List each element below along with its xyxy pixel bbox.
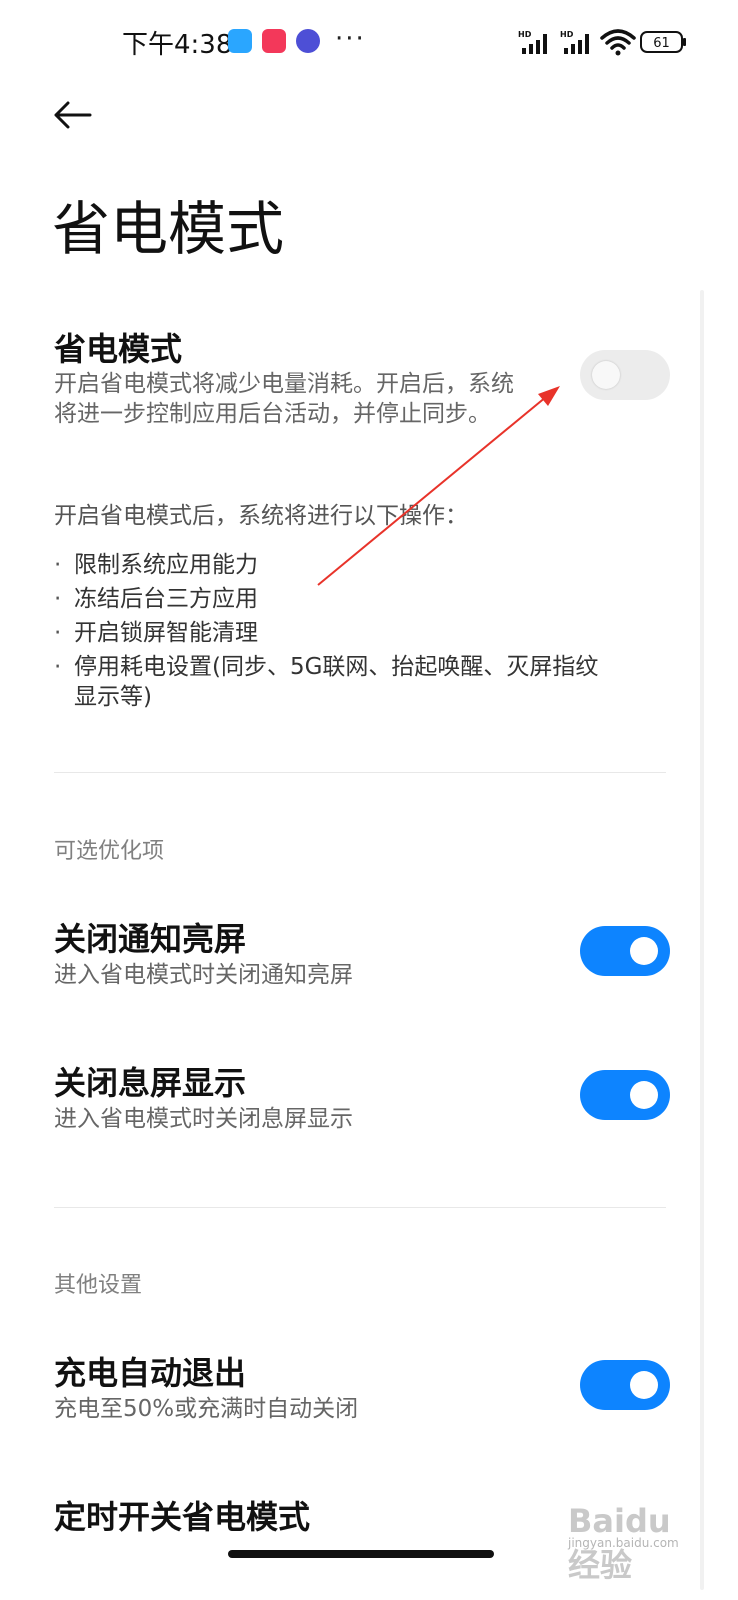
row-title: 充电自动退出: [54, 1354, 247, 1392]
toggle-knob: [630, 1081, 658, 1109]
row-subtitle: 充电至50%或充满时自动关闭: [54, 1396, 359, 1422]
toggle-knob: [592, 361, 620, 389]
list-item: 冻结后台三方应用: [54, 582, 674, 616]
notification-app-icon: [262, 29, 286, 53]
power-saving-title: 省电模式: [54, 330, 183, 368]
operations-list: 限制系统应用能力 冻结后台三方应用 开启锁屏智能清理 停用耗电设置(同步、5G联…: [54, 548, 674, 714]
baidu-watermark: Baidu经验 jingyan.baidu.com: [560, 1492, 690, 1584]
row-subtitle: 进入省电模式时关闭通知亮屏: [54, 962, 353, 988]
list-item: 开启锁屏智能清理: [54, 616, 674, 650]
divider: [54, 1207, 666, 1208]
operations-intro: 开启省电模式后，系统将进行以下操作：: [54, 503, 468, 529]
battery-level: 61: [653, 36, 670, 51]
description-line: 将进一步控制应用后台活动，并停止同步。: [54, 401, 491, 427]
status-bar: 下午4:38 ··· HD HD 61: [0, 0, 738, 82]
toggle-knob: [630, 937, 658, 965]
description-line: 开启省电模式将减少电量消耗。开启后，系统: [54, 371, 514, 397]
aod-toggle[interactable]: [580, 1070, 670, 1120]
aod-row[interactable]: 关闭息屏显示 进入省电模式时关闭息屏显示: [54, 1054, 674, 1144]
charging-exit-toggle[interactable]: [580, 1360, 670, 1410]
back-arrow-icon[interactable]: [50, 95, 96, 135]
cellular-signal-icon: HD: [560, 30, 589, 54]
section-header-optional: 可选优化项: [54, 839, 165, 864]
list-item-continuation: 显示等): [74, 684, 152, 710]
notification-wake-toggle[interactable]: [580, 926, 670, 976]
notification-app-icon: [296, 29, 320, 53]
row-title: 关闭息屏显示: [54, 1064, 247, 1102]
scrollbar[interactable]: [700, 290, 704, 1590]
watermark-sub: jingyan.baidu.com: [568, 1536, 679, 1550]
wifi-icon: [600, 29, 636, 56]
list-item: 停用耗电设置(同步、5G联网、抬起唤醒、灭屏指纹: [54, 650, 674, 684]
list-item: 限制系统应用能力: [54, 548, 674, 582]
divider: [54, 772, 666, 773]
hd-label: HD: [560, 30, 574, 39]
battery-icon: 61: [640, 31, 686, 53]
toggle-knob: [630, 1371, 658, 1399]
section-header-other: 其他设置: [54, 1273, 143, 1298]
row-title: 关闭通知亮屏: [54, 920, 247, 958]
more-notifications-icon: ···: [335, 24, 366, 54]
hd-label: HD: [518, 30, 532, 39]
notification-app-icon: [228, 29, 252, 53]
power-saving-toggle[interactable]: [580, 350, 670, 400]
cellular-signal-icon: HD: [518, 30, 547, 54]
charging-exit-row[interactable]: 充电自动退出 充电至50%或充满时自动关闭: [54, 1344, 674, 1434]
power-saving-row[interactable]: 省电模式 开启省电模式将减少电量消耗。开启后，系统 将进一步控制应用后台活动，并…: [54, 320, 674, 440]
notification-wake-row[interactable]: 关闭通知亮屏 进入省电模式时关闭通知亮屏: [54, 910, 674, 1000]
page-title: 省电模式: [52, 195, 285, 263]
row-title: 定时开关省电模式: [54, 1498, 311, 1536]
status-time: 下午4:38: [122, 30, 233, 60]
power-saving-description: 开启省电模式将减少电量消耗。开启后，系统 将进一步控制应用后台活动，并停止同步。: [54, 369, 574, 429]
home-indicator[interactable]: [228, 1550, 494, 1558]
row-subtitle: 进入省电模式时关闭息屏显示: [54, 1106, 353, 1132]
